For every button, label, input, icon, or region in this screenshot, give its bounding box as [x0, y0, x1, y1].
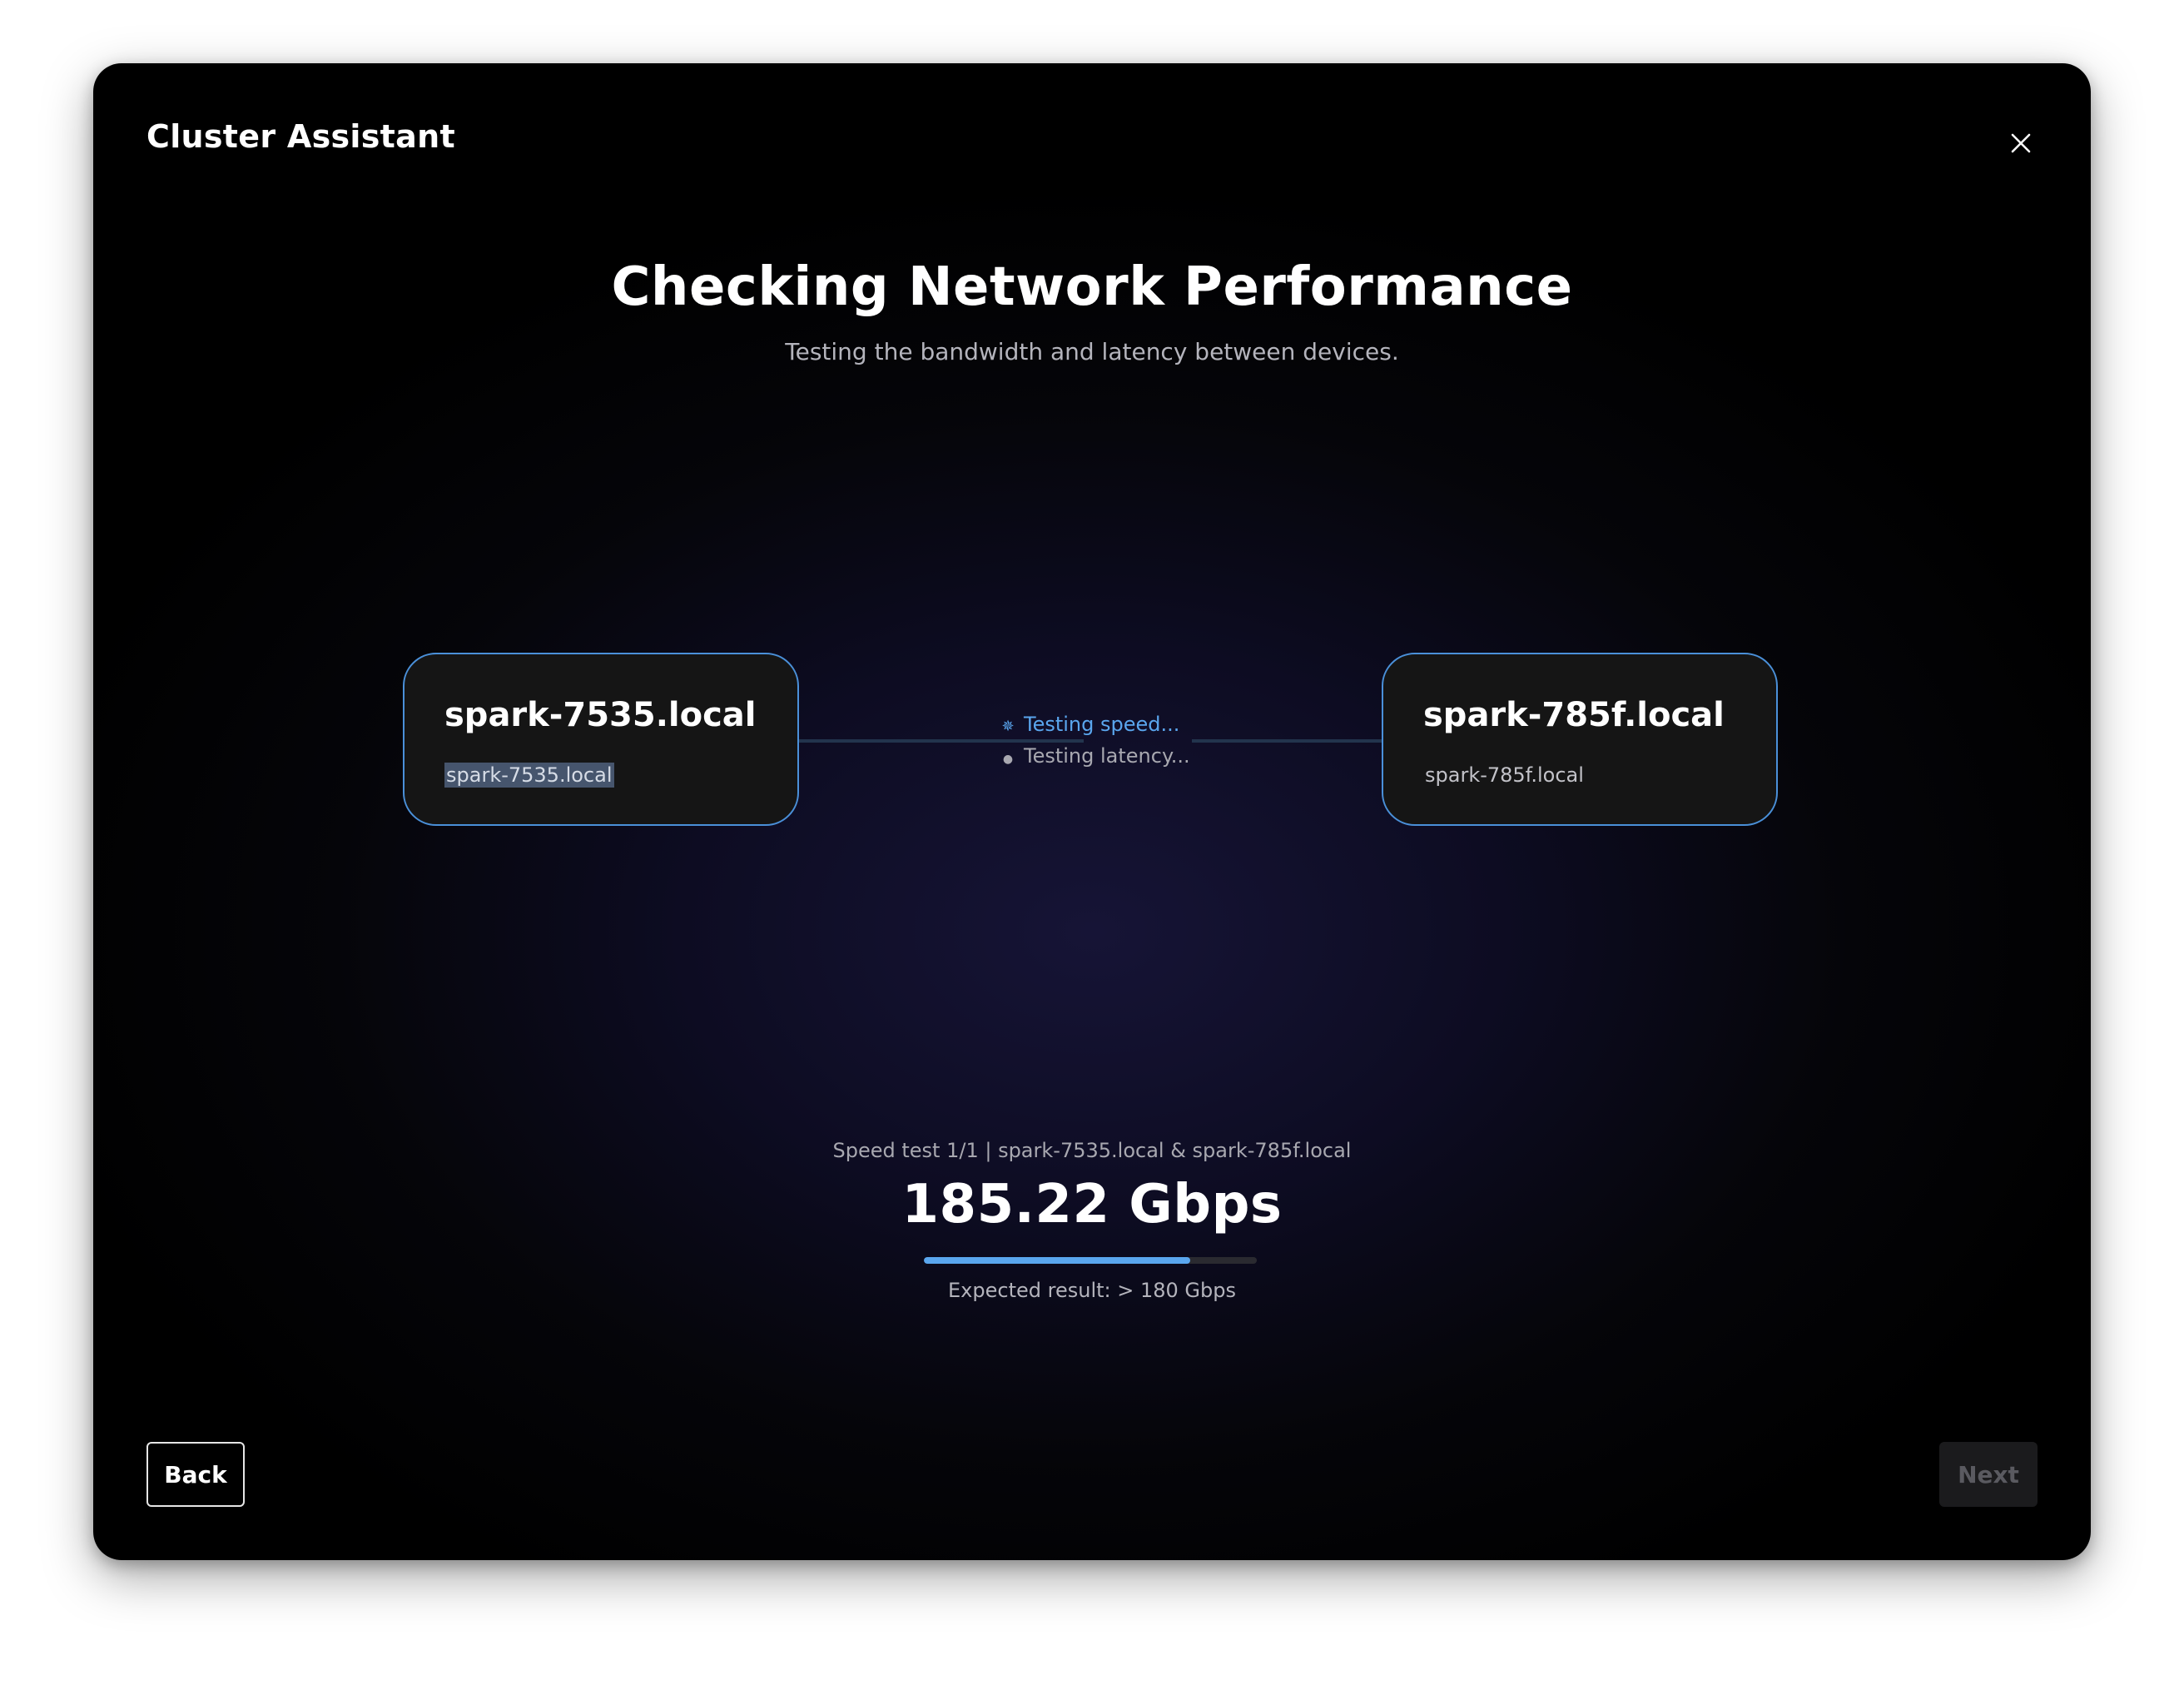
speed-result-value: 185.22 Gbps	[901, 1174, 1283, 1235]
device-name: spark-785f.local	[1423, 696, 1725, 734]
status-speed-label: Testing speed...	[1024, 713, 1180, 736]
expected-result: Expected result: > 180 Gbps	[948, 1279, 1236, 1302]
dot-icon: ●	[1002, 753, 1014, 766]
close-button[interactable]	[2004, 127, 2038, 160]
spinner-icon: ✵	[1001, 718, 1015, 735]
speed-test-caption: Speed test 1/1 | spark-7535.local & spar…	[832, 1139, 1352, 1162]
cluster-assistant-window: Cluster Assistant Checking Network Perfo…	[93, 63, 2091, 1560]
device-card-spark-7535: spark-7535.local spark-7535.local	[403, 653, 799, 826]
speed-progress-fill	[924, 1257, 1190, 1264]
page-subtitle: Testing the bandwidth and latency betwee…	[785, 338, 1399, 365]
device-hostname: spark-785f.local	[1425, 763, 1584, 787]
device-hostname: spark-7535.local	[444, 763, 614, 788]
page-title: Checking Network Performance	[611, 256, 1573, 318]
close-icon	[2011, 133, 2031, 153]
connection-line-left	[799, 739, 1084, 743]
connection-line-right	[1192, 739, 1382, 743]
device-card-spark-785f: spark-785f.local spark-785f.local	[1382, 653, 1778, 826]
back-button[interactable]: Back	[146, 1442, 245, 1507]
device-name: spark-7535.local	[444, 696, 757, 734]
speed-progress-bar	[924, 1257, 1257, 1264]
status-testing-speed: ✵ Testing speed...	[999, 713, 1179, 736]
app-title: Cluster Assistant	[146, 118, 455, 155]
next-button[interactable]: Next	[1939, 1442, 2038, 1507]
status-latency-label: Testing latency...	[1024, 744, 1190, 768]
status-testing-latency: ● Testing latency...	[999, 744, 1190, 768]
